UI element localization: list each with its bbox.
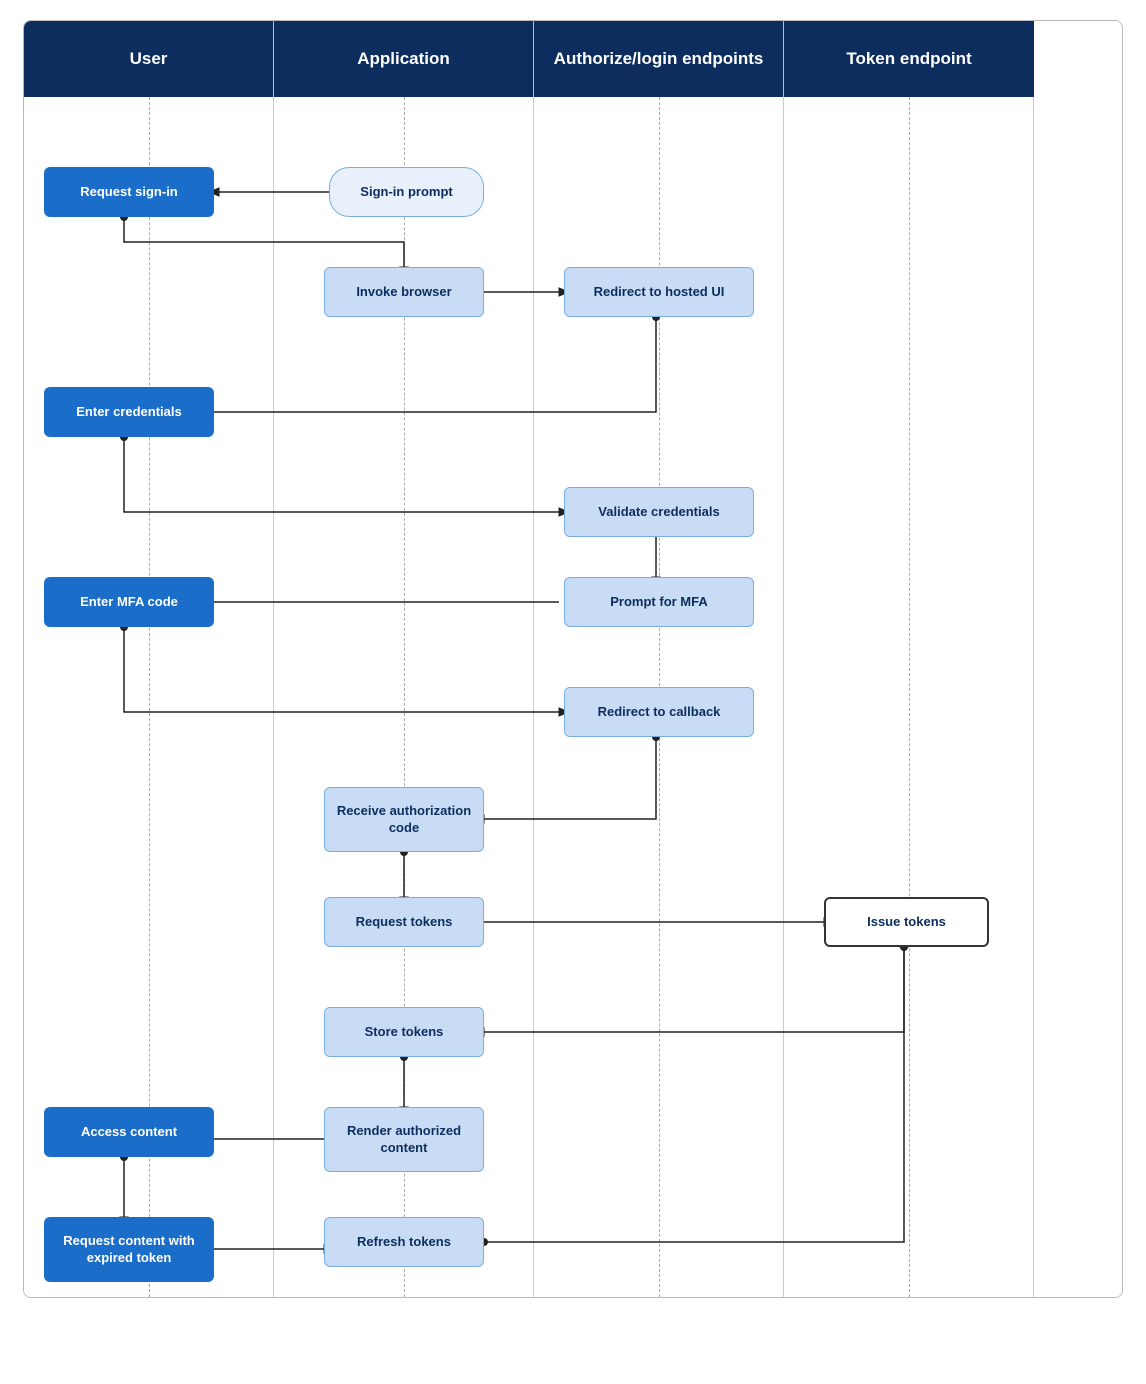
node-redirect-hosted-ui: Redirect to hosted UI (564, 267, 754, 317)
node-request-signin: Request sign-in (44, 167, 214, 217)
node-render-content: Render authorized content (324, 1107, 484, 1172)
node-prompt-mfa: Prompt for MFA (564, 577, 754, 627)
lane-token (784, 97, 1034, 1297)
node-invoke-browser: Invoke browser (324, 267, 484, 317)
node-receive-auth-code: Receive authorization code (324, 787, 484, 852)
node-issue-tokens: Issue tokens (824, 897, 989, 947)
node-enter-credentials: Enter credentials (44, 387, 214, 437)
node-signin-prompt: Sign-in prompt (329, 167, 484, 217)
header-user: User (24, 21, 274, 97)
node-refresh-tokens: Refresh tokens (324, 1217, 484, 1267)
node-request-expired: Request content with expired token (44, 1217, 214, 1282)
body-area: Request sign-in Enter credentials Enter … (24, 97, 1122, 1297)
node-validate-credentials: Validate credentials (564, 487, 754, 537)
node-redirect-callback: Redirect to callback (564, 687, 754, 737)
header-token: Token endpoint (784, 21, 1034, 97)
header-row: User Application Authorize/login endpoin… (24, 21, 1122, 97)
header-application: Application (274, 21, 534, 97)
node-store-tokens: Store tokens (324, 1007, 484, 1057)
diagram-container: User Application Authorize/login endpoin… (23, 20, 1123, 1298)
node-access-content: Access content (44, 1107, 214, 1157)
node-request-tokens: Request tokens (324, 897, 484, 947)
header-authorize: Authorize/login endpoints (534, 21, 784, 97)
node-enter-mfa: Enter MFA code (44, 577, 214, 627)
